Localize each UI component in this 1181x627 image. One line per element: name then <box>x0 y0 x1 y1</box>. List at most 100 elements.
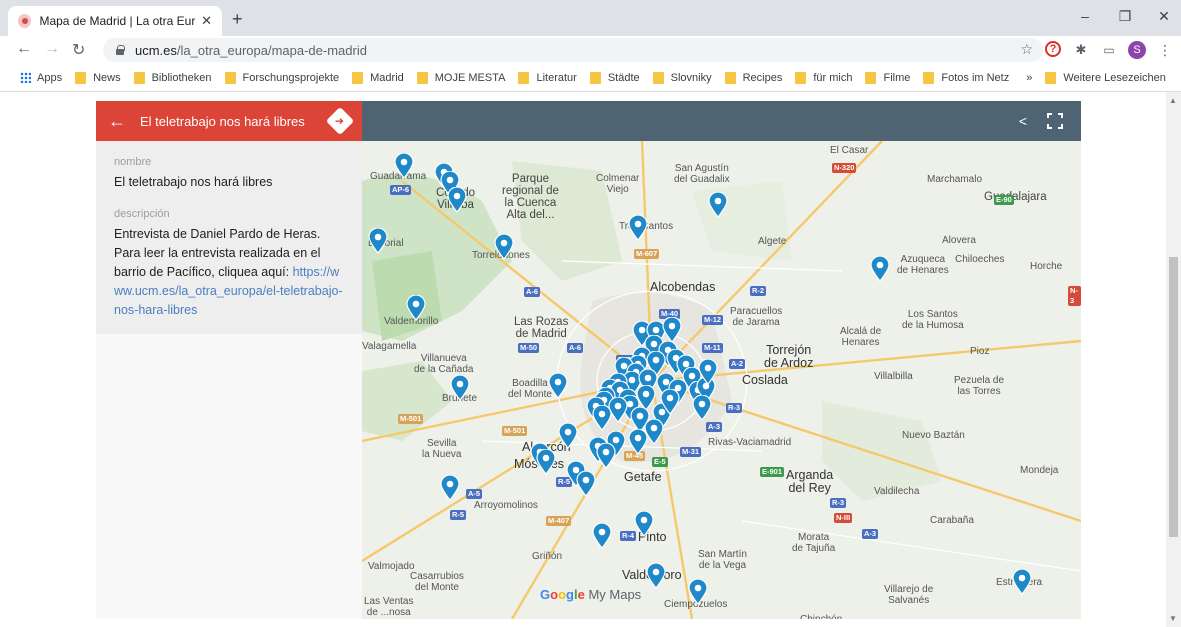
close-window-button[interactable]: ✕ <box>1154 8 1174 25</box>
road-shield: N-320 <box>832 163 857 173</box>
map-pin-icon[interactable] <box>634 511 654 537</box>
place-label: Arroyomolinos <box>474 500 538 511</box>
restore-button[interactable]: ❐ <box>1115 8 1135 25</box>
place-label: Coslada <box>742 373 788 387</box>
bookmark-folder[interactable]: Filme <box>865 71 910 84</box>
road-shield: M-501 <box>398 414 424 424</box>
bookmark-apps[interactable]: Apps <box>20 72 62 84</box>
back-arrow-icon[interactable]: ← <box>16 40 32 58</box>
map-pin-icon[interactable] <box>596 443 616 469</box>
place-label: Villanueva de la Cañada <box>414 353 474 375</box>
tab-close-icon[interactable]: ✕ <box>201 13 212 29</box>
map-pin-icon[interactable] <box>394 153 414 179</box>
map-pin-icon[interactable] <box>662 317 682 343</box>
map-pin-icon[interactable] <box>576 471 596 497</box>
map-pin-icon[interactable] <box>558 423 578 449</box>
new-tab-button[interactable]: + <box>232 9 243 30</box>
bookmark-folder[interactable]: Recipes <box>724 71 782 84</box>
place-label: Parque regional de la Cuenca Alta del... <box>502 173 559 221</box>
map-pin-icon[interactable] <box>660 389 680 415</box>
cast-icon[interactable]: ▭ <box>1100 41 1118 59</box>
map-pin-icon[interactable] <box>708 192 728 218</box>
road-shield: A-5 <box>466 489 483 499</box>
map-pin-icon[interactable] <box>494 234 514 260</box>
reload-icon[interactable]: ↻ <box>72 40 85 60</box>
map-pin-icon[interactable] <box>628 215 648 241</box>
share-icon[interactable]: < <box>1019 113 1027 129</box>
fullscreen-icon[interactable] <box>1047 113 1063 129</box>
place-label: Mondeja <box>1020 465 1059 476</box>
bookmark-folder[interactable]: Städte <box>589 71 640 84</box>
map-pin-icon[interactable] <box>646 563 666 589</box>
map-pin-icon[interactable] <box>536 449 556 475</box>
road-shield: M-50 <box>518 343 540 353</box>
place-label: Pioz <box>970 346 990 357</box>
map-toolbar: < <box>362 101 1081 141</box>
bookmarks-overflow[interactable]: » <box>1026 72 1032 84</box>
bookmark-folder[interactable]: Slovniky <box>652 71 712 84</box>
bookmark-folder[interactable]: Forschungsprojekte <box>224 71 339 84</box>
map-pin-icon[interactable] <box>1012 569 1032 595</box>
url-text: ucm.es/la_otra_europa/mapa-de-madrid <box>135 42 367 58</box>
menu-kebab-icon[interactable]: ⋮ <box>1156 41 1174 59</box>
map-pin-icon[interactable] <box>447 187 467 213</box>
map-pin-icon[interactable] <box>870 256 890 282</box>
place-label: San Agustín del Guadalix <box>674 163 730 185</box>
map-pin-icon[interactable] <box>440 475 460 501</box>
bookmark-folder[interactable]: Madrid <box>352 71 404 84</box>
folder-icon <box>795 71 807 84</box>
bookmark-folder[interactable]: Literatur <box>518 71 577 84</box>
puzzle-icon[interactable]: ✱ <box>1072 41 1090 59</box>
bookmark-folder[interactable]: für mich <box>795 71 852 84</box>
map-pin-icon[interactable] <box>592 523 612 549</box>
directions-icon[interactable]: ➜ <box>325 106 355 136</box>
page-scrollbar[interactable]: ▲ ▼ <box>1166 92 1181 627</box>
scroll-up-icon[interactable]: ▲ <box>1169 96 1177 105</box>
road-shield: R-3 <box>726 403 743 413</box>
extension-icon[interactable]: ? <box>1045 41 1061 57</box>
place-label: San Martín de la Vega <box>698 549 747 571</box>
apps-grid-icon <box>20 72 31 83</box>
map-pin-icon[interactable] <box>368 228 388 254</box>
back-icon[interactable]: ← <box>108 111 126 132</box>
bookmark-folder[interactable]: Fotos im Netz <box>923 71 1009 84</box>
place-label: Sevilla la Nueva <box>422 438 462 460</box>
map-pin-icon[interactable] <box>592 405 612 431</box>
road-shield: M-607 <box>634 249 660 259</box>
scroll-down-icon[interactable]: ▼ <box>1169 614 1177 623</box>
tab-title: Mapa de Madrid | La otra Europa <box>39 14 196 28</box>
tab-strip: Mapa de Madrid | La otra Europa ✕ + – ❐ … <box>0 0 1181 36</box>
bookmark-folder[interactable]: News <box>75 71 121 84</box>
bookmark-other[interactable]: Weitere Lesezeichen <box>1045 71 1166 84</box>
place-label: Carabaña <box>930 515 974 526</box>
map-pin-icon[interactable] <box>644 419 664 445</box>
road-shield: A-6 <box>567 343 584 353</box>
address-bar[interactable]: ucm.es/la_otra_europa/mapa-de-madrid ☆ <box>103 38 1043 62</box>
place-label: Morata de Tajuña <box>792 532 836 554</box>
map-pin-icon[interactable] <box>692 395 712 421</box>
place-label: Las Ventas de ...nosa <box>364 596 414 618</box>
bookmark-star-icon[interactable]: ☆ <box>1020 41 1033 58</box>
place-label: Azuqueca de Henares <box>897 254 949 276</box>
forward-arrow-icon[interactable]: → <box>44 40 60 58</box>
road-shield: E-5 <box>652 457 668 467</box>
bookmark-folder[interactable]: MOJE MESTA <box>416 71 505 84</box>
place-label: Las Rozas de Madrid <box>514 316 569 340</box>
folder-icon <box>75 71 87 84</box>
map-pin-icon[interactable] <box>548 373 568 399</box>
folder-icon <box>1045 71 1057 84</box>
scroll-thumb[interactable] <box>1169 257 1178 537</box>
map-pin-icon[interactable] <box>688 579 708 605</box>
bookmark-folder[interactable]: Bibliotheken <box>133 71 212 84</box>
browser-tab[interactable]: Mapa de Madrid | La otra Europa ✕ <box>8 6 222 36</box>
minimize-button[interactable]: – <box>1075 8 1095 24</box>
map-pin-icon[interactable] <box>406 295 426 321</box>
road-shield: M-31 <box>680 447 702 457</box>
folder-icon <box>352 71 364 84</box>
name-label: nombre <box>114 156 152 168</box>
profile-avatar[interactable]: S <box>1128 41 1146 59</box>
map-canvas[interactable]: El Casar Guadarrama Parque regional de la Cu… <box>362 141 1081 619</box>
map-pin-icon[interactable] <box>450 375 470 401</box>
place-label: Horche <box>1030 261 1063 272</box>
map-pin-icon[interactable] <box>698 359 718 385</box>
